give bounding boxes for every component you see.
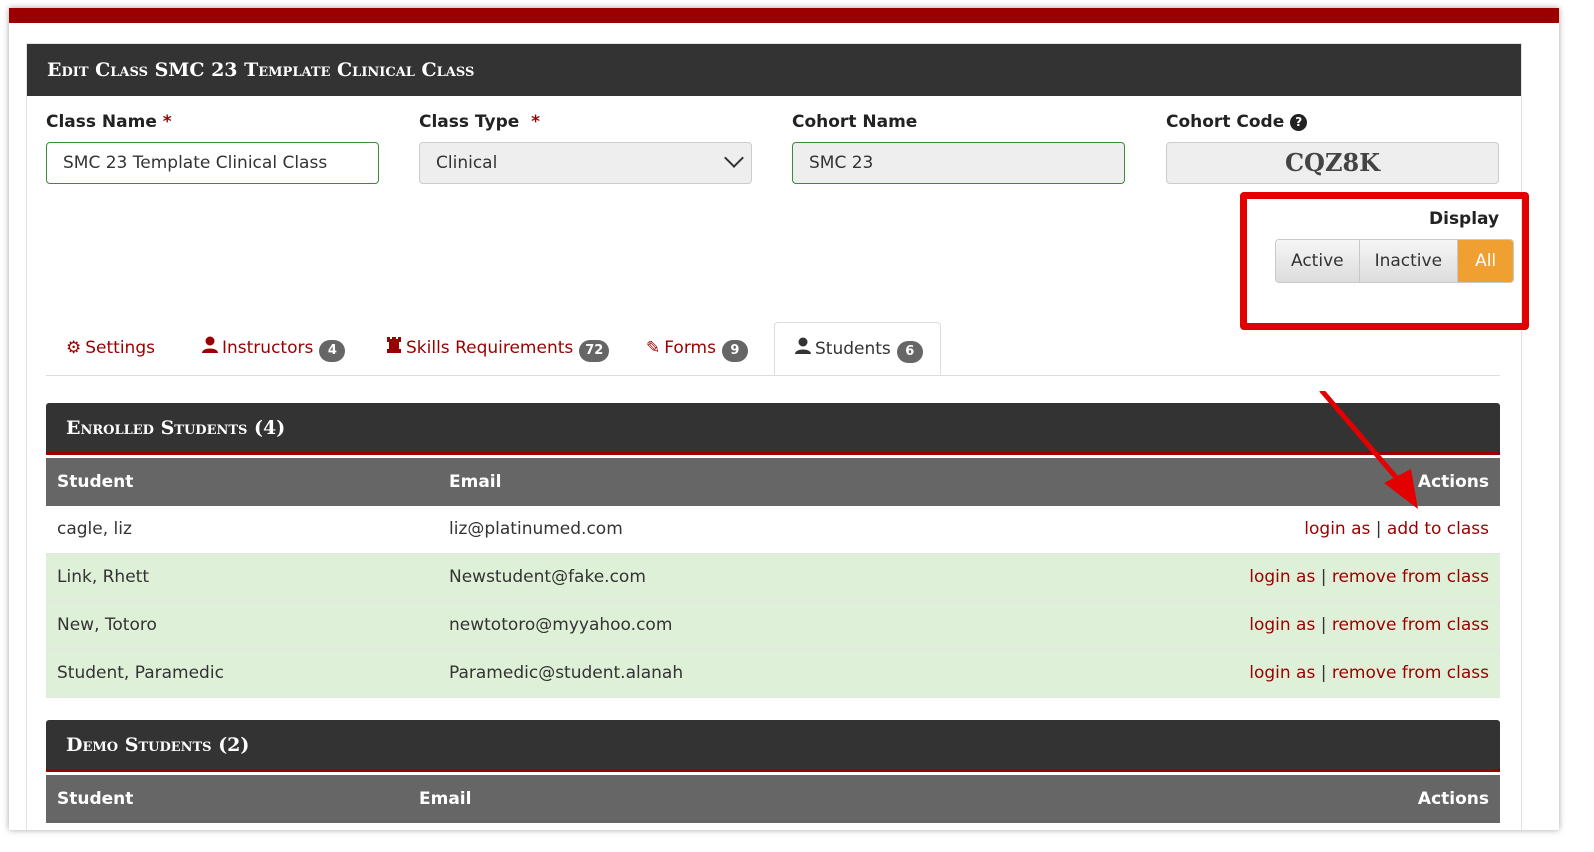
display-toggle-group: Active Inactive All — [1275, 239, 1515, 283]
user-icon — [202, 322, 218, 374]
top-brand-bar — [9, 8, 1559, 23]
remove-from-class-link[interactable]: remove from class — [1332, 567, 1489, 587]
table-row: New, Totoro newtotoro@myyahoo.com login … — [46, 602, 1500, 650]
table-row: cagle, liz liz@platinumed.com login as |… — [46, 506, 1500, 554]
separator: | — [1320, 615, 1327, 635]
class-name-label: Class Name * — [46, 112, 172, 132]
required-marker: * — [531, 112, 541, 132]
chess-rook-icon — [386, 322, 402, 374]
tab-skills-requirements[interactable]: Skills Requirements 72 — [386, 322, 610, 375]
panel-title: Edit Class SMC 23 Template Clinical Clas… — [27, 44, 1521, 96]
class-name-input[interactable]: SMC 23 Template Clinical Class — [46, 142, 379, 184]
chevron-down-icon — [724, 148, 744, 168]
student-name: Student, Paramedic — [57, 663, 224, 683]
column-header-email: Email — [419, 789, 472, 809]
cohort-name-input[interactable]: SMC 23 — [792, 142, 1125, 184]
user-icon — [795, 323, 811, 375]
class-type-select[interactable]: Clinical — [419, 142, 752, 184]
table-row: Student, Paramedic Paramedic@student.ala… — [46, 650, 1500, 698]
student-email: liz@platinumed.com — [449, 519, 623, 539]
add-to-class-link[interactable]: add to class — [1387, 519, 1489, 539]
question-circle-icon[interactable]: ? — [1290, 114, 1308, 131]
cohort-code-label: Cohort Code? — [1166, 112, 1308, 132]
pencil-icon: ✎ — [646, 338, 661, 358]
student-email: Paramedic@student.alanah — [449, 663, 684, 683]
row-actions: login as | remove from class — [1249, 650, 1489, 697]
student-email: Newstudent@fake.com — [449, 567, 646, 587]
app-window: Edit Class SMC 23 Template Clinical Clas… — [9, 8, 1559, 830]
enrolled-table-header: Student Email Actions — [46, 458, 1500, 506]
gear-icon: ⚙ — [66, 338, 82, 358]
student-name: Link, Rhett — [57, 567, 149, 587]
separator: | — [1375, 519, 1382, 539]
cohort-name-label: Cohort Name — [792, 112, 918, 132]
remove-from-class-link[interactable]: remove from class — [1332, 663, 1489, 683]
tab-settings[interactable]: ⚙ Settings — [66, 322, 155, 375]
display-inactive-button[interactable]: Inactive — [1359, 240, 1459, 282]
display-label: Display — [1429, 209, 1500, 229]
student-name: New, Totoro — [57, 615, 157, 635]
login-as-link[interactable]: login as — [1249, 615, 1315, 635]
cohort-code-field: CQZ8K — [1166, 142, 1499, 184]
class-type-label: Class Type * — [419, 112, 541, 132]
separator: | — [1320, 567, 1327, 587]
skills-count-badge: 72 — [579, 340, 610, 362]
column-header-email: Email — [449, 472, 502, 492]
row-actions: login as | remove from class — [1249, 554, 1489, 601]
students-count-badge: 6 — [896, 341, 923, 363]
column-header-actions: Actions — [1417, 472, 1489, 492]
student-name: cagle, liz — [57, 519, 132, 539]
forms-count-badge: 9 — [721, 340, 748, 362]
separator: | — [1320, 663, 1327, 683]
student-email: newtotoro@myyahoo.com — [449, 615, 673, 635]
annotation-arrow-icon — [1319, 391, 1418, 509]
column-header-student: Student — [57, 472, 134, 492]
login-as-link[interactable]: login as — [1249, 663, 1315, 683]
demo-students-header: Demo Students (2) — [46, 720, 1500, 772]
display-active-button[interactable]: Active — [1276, 240, 1360, 282]
display-all-button[interactable]: All — [1458, 240, 1514, 282]
instructors-count-badge: 4 — [319, 340, 346, 362]
tab-students[interactable]: Students 6 — [774, 322, 941, 375]
login-as-link[interactable]: login as — [1249, 567, 1315, 587]
login-as-link[interactable]: login as — [1304, 519, 1370, 539]
table-row: Link, Rhett Newstudent@fake.com login as… — [46, 554, 1500, 602]
remove-from-class-link[interactable]: remove from class — [1332, 615, 1489, 635]
class-tabs: ⚙ Settings Instructors 4 Skills Requiremen… — [46, 322, 1500, 376]
enrolled-students-header: Enrolled Students (4) — [46, 403, 1500, 455]
demo-table-header: Student Email Actions — [46, 775, 1500, 823]
required-marker: * — [162, 112, 172, 132]
column-header-student: Student — [57, 789, 134, 809]
tab-forms[interactable]: ✎ Forms 9 — [646, 322, 748, 375]
tab-instructors[interactable]: Instructors 4 — [202, 322, 346, 375]
row-actions: login as | remove from class — [1249, 602, 1489, 649]
column-header-actions: Actions — [1417, 789, 1489, 809]
